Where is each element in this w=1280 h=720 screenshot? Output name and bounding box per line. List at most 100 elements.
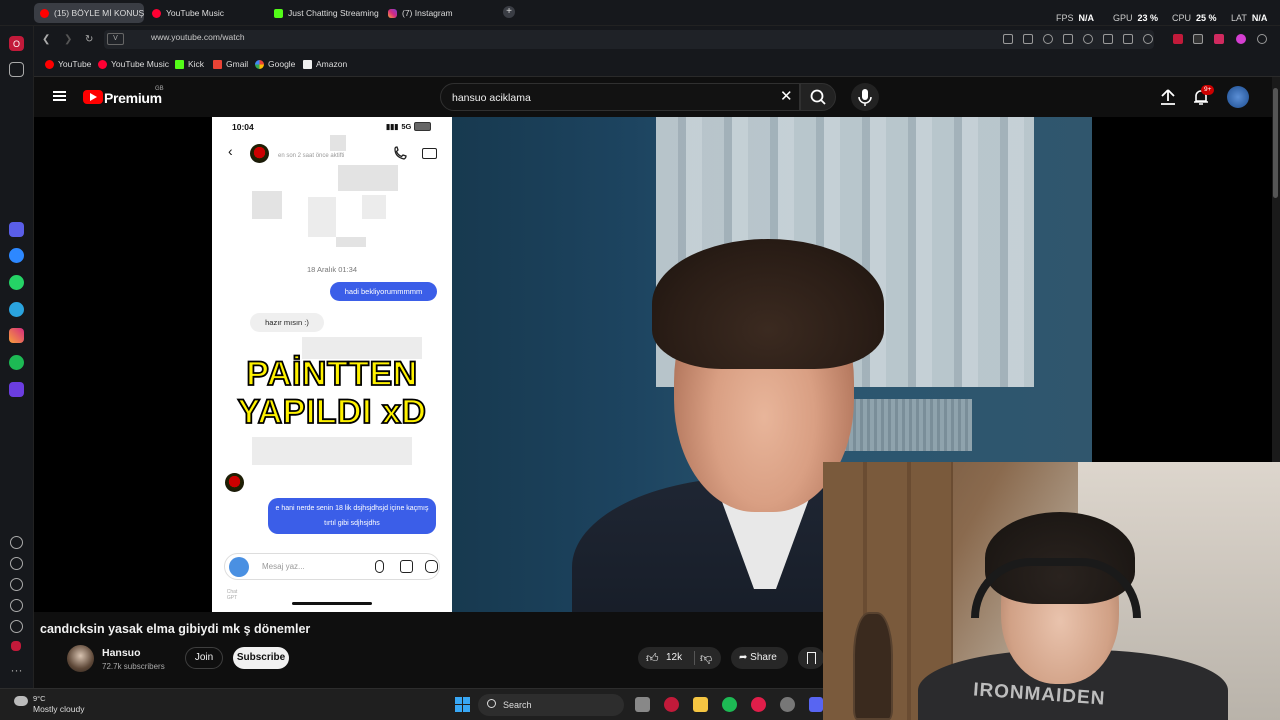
premium-label[interactable]: Premium (104, 90, 162, 106)
join-button[interactable]: Join (185, 647, 223, 669)
channel-avatar[interactable] (67, 645, 94, 672)
upload-icon[interactable] (1160, 88, 1176, 106)
task-view-icon[interactable] (635, 697, 650, 712)
channel-name[interactable]: Hansuo (102, 647, 141, 659)
instagram-icon[interactable] (9, 328, 24, 343)
spotify-icon[interactable] (722, 697, 737, 712)
user-avatar[interactable] (1227, 86, 1249, 108)
bulb-icon[interactable] (10, 620, 23, 633)
home-icon[interactable] (9, 62, 24, 77)
bookmark-gmail[interactable]: Gmail (213, 59, 248, 69)
spotify-icon[interactable] (9, 355, 24, 370)
region-code: GB (155, 86, 164, 92)
pixelation-block (338, 165, 398, 191)
microphone-icon (858, 89, 872, 106)
player-icon[interactable] (9, 382, 24, 397)
whatsapp-icon[interactable] (9, 275, 24, 290)
pixelation-block (252, 437, 412, 465)
hamburger-menu-icon[interactable] (53, 91, 66, 101)
search-icon (810, 89, 826, 105)
dislike-button[interactable]: 👎︎ (700, 651, 712, 666)
opera-icon[interactable] (751, 697, 766, 712)
back-icon[interactable]: ❮ (42, 34, 50, 45)
share-button[interactable]: ➦ Share (731, 647, 788, 669)
heart-icon[interactable] (10, 536, 23, 549)
tab-label: (7) Instagram (402, 8, 453, 18)
extension-dark-icon[interactable] (1193, 34, 1203, 44)
message-input: Mesaj yaz... (224, 553, 440, 580)
bookmark-youtube-music[interactable]: YouTube Music (98, 59, 169, 69)
extension-red-icon[interactable] (1173, 34, 1183, 44)
youtube-masthead: Premium GB hansuo aciklama ✕ 9+ (34, 77, 1280, 117)
extensions-icon[interactable] (10, 578, 23, 591)
paint-overlay-caption: PAİNTTEN YAPILDI xD (237, 354, 427, 432)
tab-instagram[interactable]: (7) Instagram (382, 3, 496, 23)
weather-temperature[interactable]: 9°C (33, 694, 46, 703)
reload-icon[interactable]: ↻ (85, 34, 93, 45)
like-button[interactable]: 👍︎ (646, 651, 659, 666)
aria-icon[interactable] (9, 222, 24, 237)
weather-cloud-icon[interactable] (14, 696, 28, 706)
shield-icon[interactable] (1043, 34, 1053, 44)
opera-small-icon[interactable] (11, 641, 21, 651)
tab-youtube-video[interactable]: (15) BÖYLE Mİ KONUŞMA (34, 3, 144, 23)
opera-gx-icon[interactable] (664, 697, 679, 712)
battery-icon (414, 122, 432, 131)
extension-pink-icon[interactable] (1214, 34, 1224, 44)
new-tab-button[interactable]: + (503, 6, 515, 18)
url-box[interactable] (104, 30, 1154, 49)
youtube-music-icon (98, 59, 107, 69)
history-icon[interactable] (10, 557, 23, 570)
taskbar-search[interactable]: Search (478, 694, 624, 716)
clear-search-icon[interactable]: ✕ (780, 89, 793, 104)
heart-outline-icon[interactable] (1083, 34, 1093, 44)
contact-avatar (250, 144, 269, 163)
bookmarks-bar: YouTube YouTube Music Kick Gmail Google … (34, 53, 1280, 77)
date-divider: 18 Aralık 01:34 (306, 265, 358, 274)
tab-youtube-music[interactable]: YouTube Music (146, 3, 262, 23)
bookmark-youtube[interactable]: YouTube (45, 59, 91, 69)
play-icon[interactable] (1063, 34, 1073, 44)
voice-search-button[interactable] (851, 83, 879, 111)
account-icon[interactable] (1143, 34, 1153, 44)
browser-tab-bar: (15) BÖYLE Mİ KONUŞMA YouTube Music Just… (0, 0, 1280, 26)
kick-icon (175, 59, 184, 69)
save-button[interactable] (798, 647, 824, 669)
windows-start-icon[interactable] (455, 697, 470, 712)
outgoing-message: e hani nerde senin 18 lik dsjhsjdhsjd iç… (268, 498, 436, 534)
camera-icon[interactable] (1023, 34, 1033, 44)
extension-purple-icon[interactable] (1236, 34, 1246, 44)
tab-kick[interactable]: Just Chatting Streaming (268, 3, 380, 23)
pixelation-block (308, 197, 336, 237)
subscribe-button[interactable]: Subscribe (233, 647, 289, 669)
tab-label: YouTube Music (166, 8, 224, 18)
bookmark-amazon[interactable]: Amazon (303, 59, 347, 69)
search-button[interactable] (800, 83, 836, 111)
site-info-badge[interactable]: V (107, 33, 124, 45)
menu-icon[interactable] (1123, 34, 1133, 44)
bookmark-kick[interactable]: Kick (175, 59, 204, 69)
more-icon[interactable]: ··· (9, 662, 24, 677)
steam-icon[interactable] (780, 697, 795, 712)
instagram-icon (388, 8, 397, 18)
opera-logo-icon[interactable]: O (9, 36, 24, 51)
scrollbar-thumb[interactable] (1273, 88, 1278, 198)
active-status: en son 2 saat önce aktifti (278, 153, 345, 159)
telegram-icon[interactable] (9, 302, 24, 317)
file-explorer-icon[interactable] (693, 697, 708, 712)
address-bar-row: ❮ ❯ ↻ V www.youtube.com/watch (34, 26, 1280, 53)
bookmark-google[interactable]: Google (255, 59, 295, 69)
pixelation-block (362, 195, 386, 219)
weather-description[interactable]: Mostly cloudy (33, 704, 85, 714)
download-icon[interactable] (1103, 34, 1113, 44)
outgoing-message: hadi bekliyorummmmm (330, 282, 437, 301)
messenger-icon[interactable] (9, 248, 24, 263)
url-text[interactable]: www.youtube.com/watch (151, 32, 245, 42)
search-input[interactable]: hansuo aciklama ✕ (440, 83, 800, 111)
profile-icon[interactable] (1257, 34, 1267, 44)
edit-icon[interactable] (1003, 34, 1013, 44)
settings-icon[interactable] (10, 599, 23, 612)
discord-icon[interactable] (809, 697, 823, 712)
youtube-logo-icon[interactable] (83, 90, 103, 104)
forward-icon[interactable]: ❯ (64, 34, 72, 45)
